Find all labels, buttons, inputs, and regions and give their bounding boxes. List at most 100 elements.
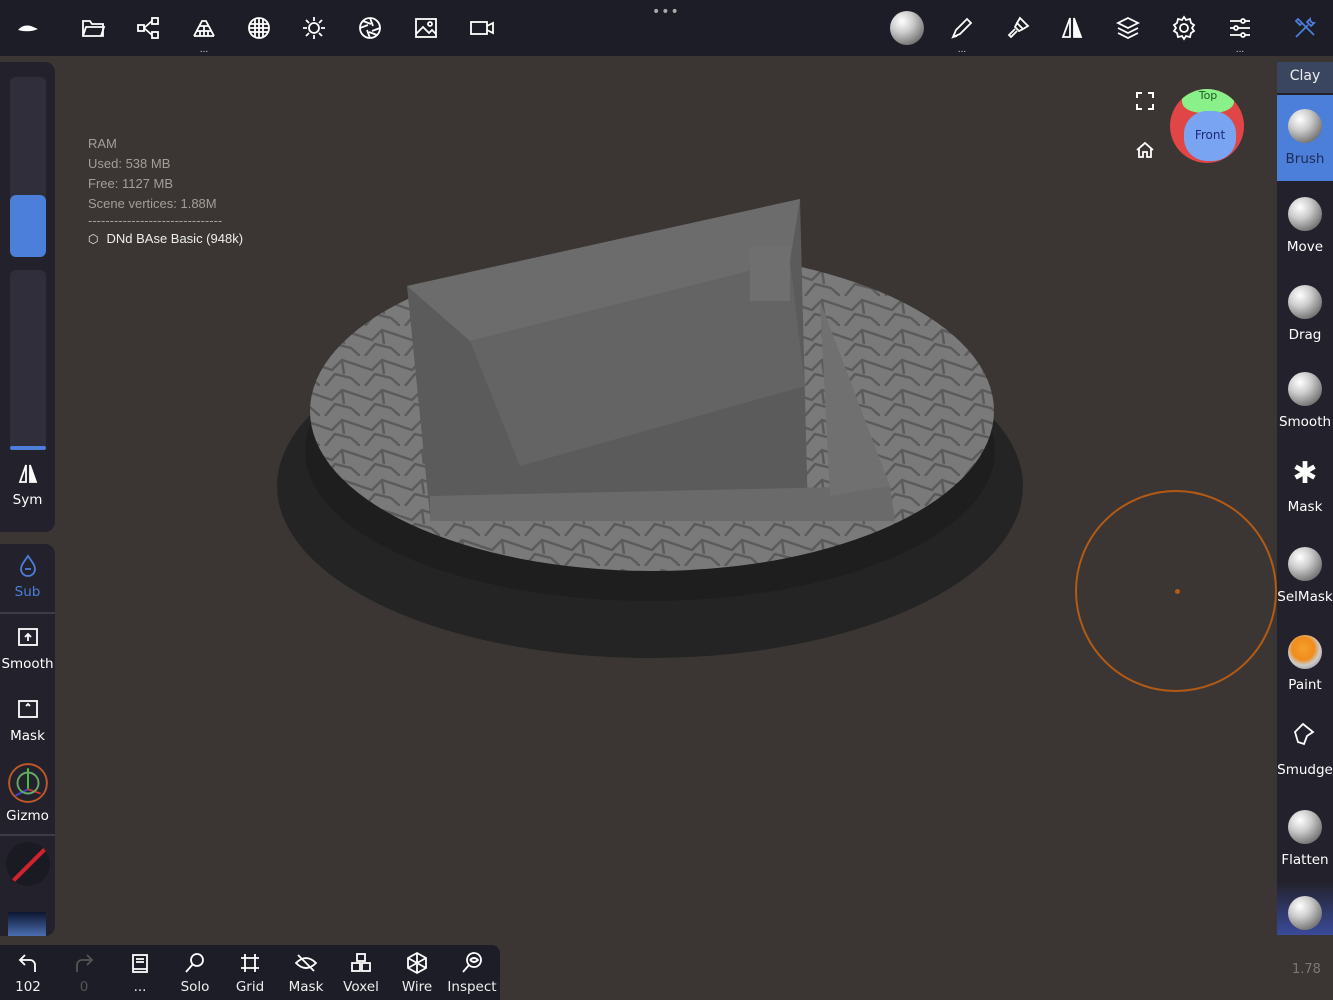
intensity-slider[interactable] (10, 270, 46, 450)
symmetry-toggle[interactable]: Sym (0, 462, 55, 508)
wireframe-button[interactable]: Wire (389, 951, 445, 995)
drag-tool-icon (1288, 285, 1322, 319)
tool-smooth[interactable]: Smooth (1277, 358, 1333, 444)
brush-tool-icon (1288, 109, 1322, 143)
tool-brush[interactable]: Brush (1277, 95, 1333, 181)
tool-drag[interactable]: Drag (1277, 271, 1333, 357)
scene-graph-icon[interactable] (130, 10, 166, 46)
tool-flatten[interactable]: Flatten (1277, 796, 1333, 882)
scene-info-overlay: RAM Used: 538 MB Free: 1127 MB Scene ver… (88, 134, 243, 249)
gizmo-toggle[interactable]: Gizmo (0, 762, 55, 824)
mask-splat-icon: ✱ (1292, 456, 1318, 491)
grid-button[interactable]: Grid (222, 951, 278, 995)
sliders-icon[interactable]: ... (1222, 10, 1258, 55)
home-view-icon[interactable] (1135, 140, 1155, 164)
drop-icon (19, 554, 36, 577)
image-icon[interactable] (408, 10, 444, 46)
mask-visibility-button[interactable]: Mask (278, 951, 334, 995)
tool-move[interactable]: Move (1277, 183, 1333, 269)
tool-label: Smooth (1278, 414, 1332, 430)
view-cube[interactable]: Top Front (1170, 89, 1244, 163)
symmetry-icon[interactable] (1054, 10, 1090, 46)
mesh-icon: ⬡ (88, 232, 99, 246)
wireframe-icon (407, 951, 427, 975)
ram-label: RAM (88, 136, 117, 151)
redo-count: 0 (79, 979, 89, 995)
left-slider-panel: Sym (0, 62, 55, 532)
bottom-toolbar: 102 0 ... Solo Grid Mask Voxel Wire Insp… (0, 945, 500, 1000)
tool-label: Move (1286, 239, 1324, 255)
selmask-tool-icon (1288, 547, 1322, 581)
frame-view-icon[interactable] (1136, 92, 1154, 110)
folder-icon[interactable] (75, 10, 111, 46)
tool-mask[interactable]: ✱ Mask (1277, 443, 1333, 529)
3d-viewport[interactable]: RAM Used: 538 MB Free: 1127 MB Scene ver… (0, 56, 1333, 1000)
sym-label: Sym (12, 492, 43, 508)
redo-button[interactable]: 0 (56, 951, 112, 995)
wire-label: Wire (401, 979, 433, 995)
matcap-thumbnail[interactable] (8, 912, 46, 936)
stroke-icon[interactable]: ... (944, 10, 980, 55)
current-tool-title[interactable]: Clay (1277, 62, 1333, 94)
radius-slider[interactable] (10, 77, 46, 257)
tool-next[interactable] (1277, 882, 1333, 935)
grid-label: Grid (235, 979, 265, 995)
material-sphere-icon[interactable] (241, 10, 277, 46)
scene-vertices: Scene vertices: 1.88M (88, 196, 217, 211)
mask-shortcut[interactable]: Mask (0, 698, 55, 744)
history-more: ... (133, 979, 147, 995)
top-toolbar: ... ••• ... ... (0, 0, 1333, 56)
inspect-label: Inspect (447, 979, 497, 995)
tool-label: SelMask (1277, 589, 1333, 605)
undo-count: 102 (15, 979, 41, 995)
mask-icon (17, 700, 38, 718)
smudge-finger-icon (1277, 720, 1333, 754)
tool-label: Smudge (1277, 762, 1333, 778)
tools-icon[interactable] (1287, 10, 1323, 46)
next-tool-icon (1288, 896, 1322, 930)
tool-selmask[interactable]: SelMask (1277, 533, 1333, 619)
radius-slider-thumb[interactable] (10, 195, 46, 257)
tool-label: Flatten (1281, 852, 1329, 868)
camera-aperture-icon[interactable] (352, 10, 388, 46)
gizmo-label: Gizmo (6, 808, 49, 824)
view-cube-top[interactable]: Top (1182, 89, 1234, 113)
brush-cursor (1075, 490, 1277, 692)
tool-smudge[interactable]: Smudge (1277, 706, 1333, 792)
smooth-icon (17, 628, 38, 646)
inspect-eye-icon (462, 952, 482, 973)
inspect-button[interactable]: Inspect (444, 951, 500, 995)
ram-free: Free: 1127 MB (88, 176, 174, 191)
brush-preview-icon[interactable] (888, 9, 926, 47)
light-icon[interactable] (296, 10, 332, 46)
history-button[interactable]: ... (112, 951, 168, 995)
layers-icon[interactable] (1110, 10, 1146, 46)
voxel-cubes-icon (351, 953, 371, 972)
video-icon[interactable] (464, 10, 500, 46)
tool-panel: Clay Brush Move Drag Smooth ✱ Mask SelMas… (1277, 62, 1333, 935)
smooth-shortcut[interactable]: Smooth (0, 626, 55, 672)
active-object[interactable]: ⬡ DNd BAse Basic (948k) (88, 229, 243, 249)
color-swatch[interactable] (6, 842, 50, 886)
symmetry-icon (18, 464, 37, 483)
voxel-button[interactable]: Voxel (333, 951, 389, 995)
intensity-slider-fill (10, 446, 46, 450)
book-icon (132, 954, 148, 973)
more-menu-handle[interactable]: ••• (652, 4, 680, 20)
topology-icon[interactable]: ... (186, 10, 222, 55)
solo-button[interactable]: Solo (167, 951, 223, 995)
eye-off-icon (294, 954, 318, 972)
sub-label: Sub (14, 584, 41, 600)
nomad-logo-icon[interactable] (10, 10, 46, 46)
redo-icon (76, 954, 94, 972)
tool-paint[interactable]: Paint (1277, 621, 1333, 707)
sub-toggle[interactable]: Sub (0, 554, 55, 600)
view-cube-front[interactable]: Front (1184, 111, 1236, 161)
settings-icon[interactable] (1166, 10, 1202, 46)
mask-label: Mask (288, 979, 324, 995)
object-name: DNd BAse Basic (948k) (106, 231, 244, 246)
undo-button[interactable]: 102 (0, 951, 56, 995)
ram-used: Used: 538 MB (88, 156, 171, 171)
voxel-label: Voxel (343, 979, 379, 995)
paint-brush-icon[interactable] (1000, 10, 1036, 46)
